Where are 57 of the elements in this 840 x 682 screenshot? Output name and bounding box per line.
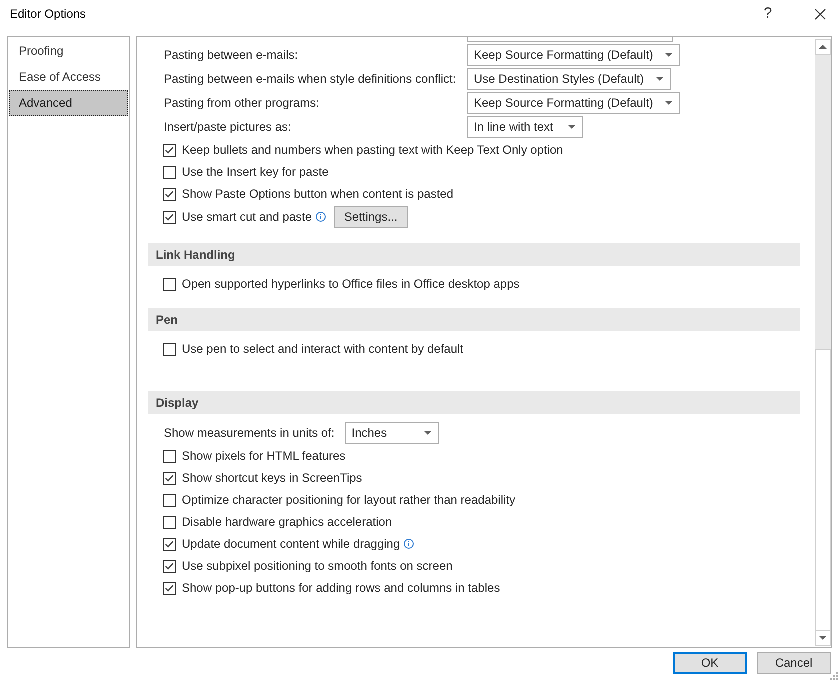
checkbox[interactable] [163,278,176,290]
dropdown[interactable]: Keep Source Formatting (Default) [467,44,680,66]
checkbox[interactable] [163,342,176,356]
checkbox[interactable] [163,472,176,484]
dialog-button[interactable]: Cancel [757,652,831,674]
dropdown[interactable]: In line with text [467,116,583,138]
scroll-up-icon [819,45,827,49]
checkbox-label: Optimize character positioning for layout rather than readability [182,492,516,509]
checkbox[interactable] [163,560,176,572]
checkbox[interactable] [163,450,176,462]
option-label: Insert/paste pictures as: [164,119,292,136]
close-icon [814,8,826,20]
dropdown[interactable]: Keep Source Formatting (Default) [467,92,680,114]
checkbox-label: Show shortcut keys in ScreenTips [182,470,362,487]
checkbox[interactable] [163,494,176,506]
checkbox[interactable] [163,538,176,550]
checkbox-label: Update document content while dragging [182,536,400,553]
option-label: Pasting between e-mails: [164,47,300,64]
section-heading: Display [148,391,800,414]
checkbox-label: Keep bullets and numbers when pasting text with Keep Text Only option [182,142,564,159]
checkbox[interactable] [163,144,176,156]
dropdown[interactable]: Inches [344,422,439,444]
dialog-button[interactable]: OK [673,652,747,674]
caret-icon [665,101,674,105]
dropdown[interactable]: Use Destination Styles (Default) [467,68,672,90]
checkbox[interactable] [163,166,176,178]
section-heading: Link Handling [148,243,800,266]
option-label: Show measurements in units of: [164,425,335,442]
caret-icon [424,431,432,435]
section-heading: Pen [148,308,800,331]
scroll-down-button[interactable] [815,630,831,646]
caret-icon [568,125,576,129]
checkbox[interactable] [163,582,176,594]
sidebar-item[interactable]: Advanced [9,90,128,116]
checkbox[interactable] [163,516,176,528]
caret-icon [656,77,664,81]
option-label: Pasting between e-mails when style definitions conflict: [164,71,458,88]
checkbox-label: Show pixels for HTML features [182,448,346,465]
caret-icon [665,53,674,57]
option-label: Pasting from other programs: [164,95,320,112]
scroll-up-button[interactable] [815,39,831,55]
window-title: Editor Options [10,6,86,23]
checkbox-label: Use subpixel positioning to smooth fonts on screen [182,558,453,575]
checkbox-label: Use pen to select and interact with content by default [182,341,464,358]
checkbox[interactable] [163,210,176,224]
scrollbar-thumb[interactable] [815,349,831,630]
checkbox-label: Show pop-up buttons for adding rows and columns in tables [182,580,500,597]
checkbox-label: Use smart cut and paste [182,209,312,226]
checkbox-label: Use the Insert key for paste [182,164,329,181]
checkbox-label: Open supported hyperlinks to Office files in Office desktop apps [182,276,520,293]
resize-grip-icon [830,672,838,680]
settings-button[interactable]: Settings... [334,206,408,228]
checkbox-label: Disable hardware graphics acceleration [182,514,392,531]
help-button[interactable]: ? [753,2,783,26]
checkbox[interactable] [163,188,176,200]
checkbox-label: Show Paste Options button when content is pasted [182,186,454,203]
scroll-down-icon [819,636,827,640]
